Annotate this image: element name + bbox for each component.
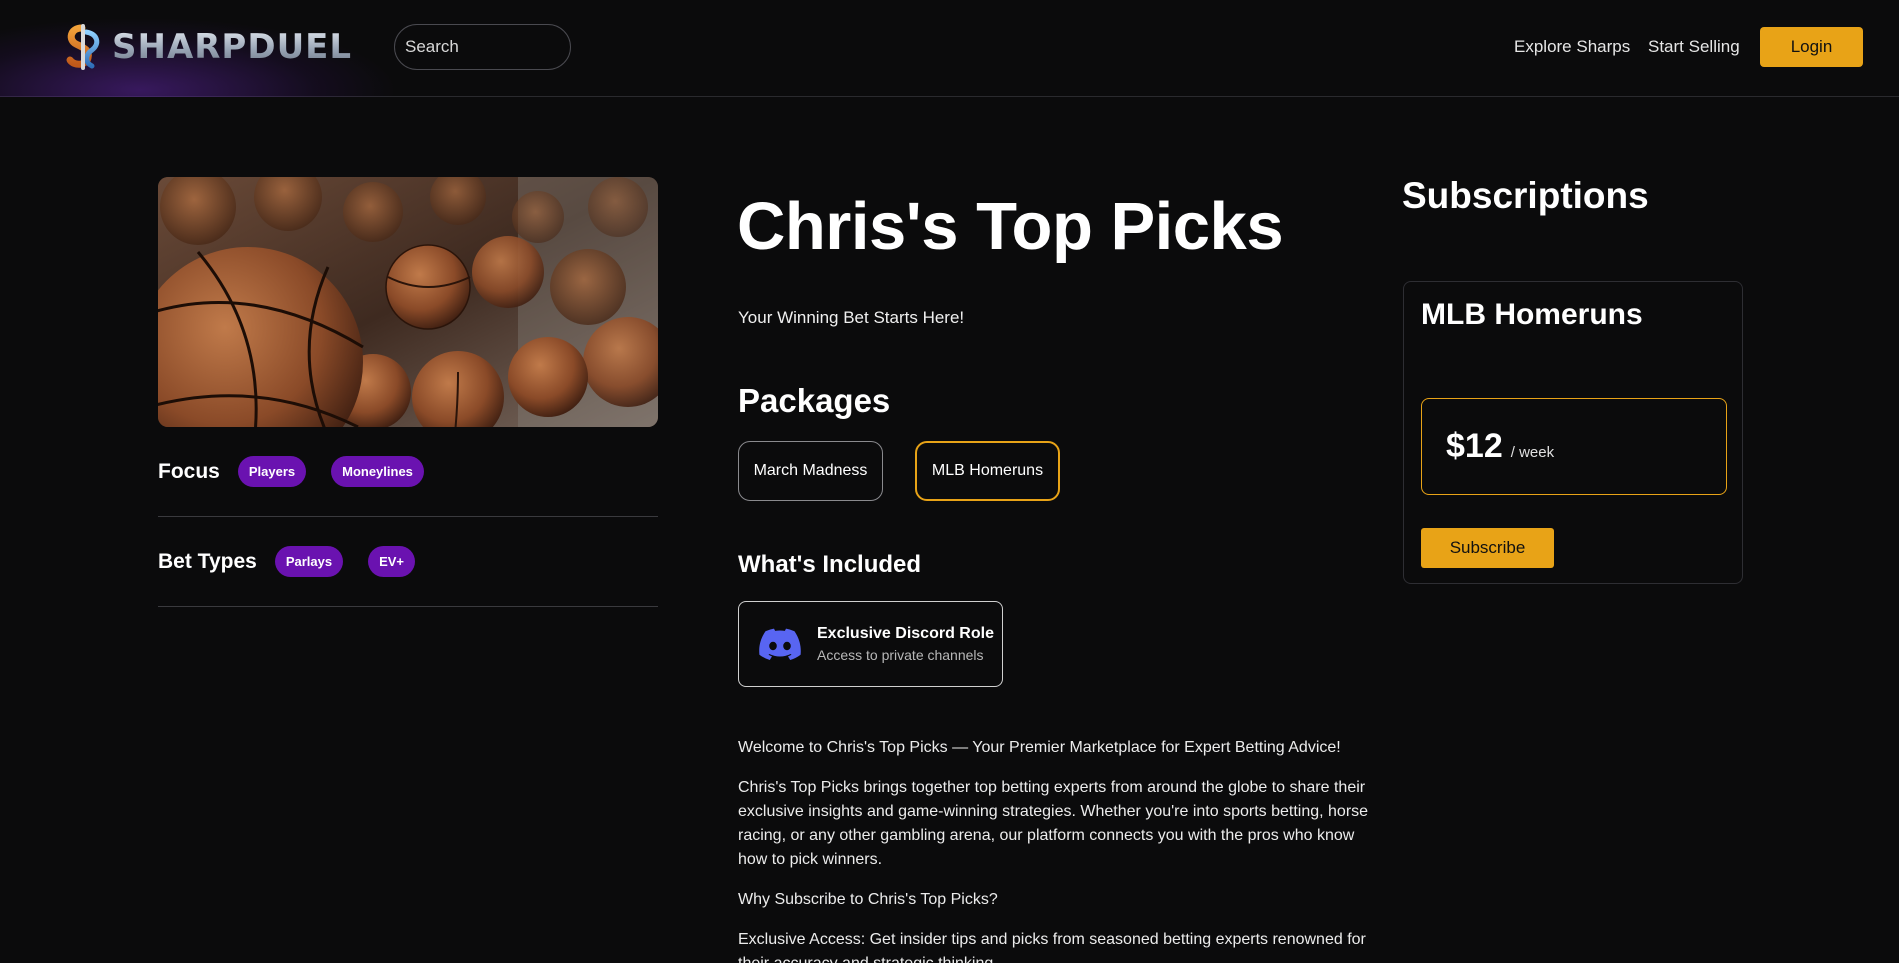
login-button[interactable]: Login (1760, 27, 1863, 67)
included-item-title: Exclusive Discord Role (817, 625, 994, 642)
bet-type-chip-ev: EV+ (368, 546, 416, 577)
packages-heading: Packages (738, 382, 891, 419)
description-paragraph: Exclusive Access: Get insider tips and p… (738, 931, 1366, 963)
brand-name: SHARPDUEL (112, 27, 353, 67)
subscribe-button[interactable]: Subscribe (1421, 528, 1554, 568)
nav-start-selling[interactable]: Start Selling (1648, 37, 1740, 57)
bet-types-row: Bet Types Parlays EV+ (158, 517, 658, 607)
logo-mark-icon (66, 24, 100, 70)
brand-logo[interactable]: SHARPDUEL (62, 22, 352, 72)
subscription-title: MLB Homeruns (1421, 298, 1643, 331)
description: Welcome to Chris's Top Picks — Your Prem… (738, 736, 1373, 963)
included-item-discord: Exclusive Discord Role Access to private… (738, 601, 1003, 687)
bet-types-label: Bet Types (158, 549, 257, 573)
focus-row: Focus Players Moneylines (158, 427, 658, 517)
subscriptions-heading: Subscriptions (1402, 175, 1649, 216)
package-mlb-homeruns-button[interactable]: MLB Homeruns (915, 441, 1060, 501)
price-box: $12 / week (1421, 398, 1727, 495)
whats-included-heading: What's Included (738, 551, 922, 578)
nav-explore-sharps[interactable]: Explore Sharps (1514, 37, 1630, 57)
description-paragraph: Why Subscribe to Chris's Top Picks? (738, 891, 998, 908)
package-march-madness-button[interactable]: March Madness (738, 441, 883, 501)
focus-label: Focus (158, 459, 220, 483)
tagline: Your Winning Bet Starts Here! (738, 308, 965, 327)
focus-chip-players: Players (237, 456, 307, 487)
discord-icon (759, 628, 801, 660)
basketball-photo-illustration (158, 177, 658, 427)
page-title: Chris's Top Picks (737, 189, 1284, 264)
focus-chip-moneylines: Moneylines (331, 456, 424, 487)
description-paragraph: Chris's Top Picks brings together top be… (738, 779, 1369, 868)
price-amount: $12 (1446, 427, 1503, 465)
bet-type-chip-parlays: Parlays (274, 546, 344, 577)
search-input[interactable] (394, 24, 571, 70)
subscription-card: MLB Homeruns $12 / week Subscribe (1403, 281, 1743, 584)
hero-image-basketballs (158, 177, 658, 427)
price-period: / week (1510, 444, 1555, 461)
included-item-subtitle: Access to private channels (817, 647, 984, 663)
description-paragraph: Welcome to Chris's Top Picks — Your Prem… (738, 739, 1341, 756)
included-item-text: Exclusive Discord Role Access to private… (817, 625, 994, 663)
top-navbar: SHARPDUEL Explore Sharps Start Selling L… (0, 0, 1899, 97)
